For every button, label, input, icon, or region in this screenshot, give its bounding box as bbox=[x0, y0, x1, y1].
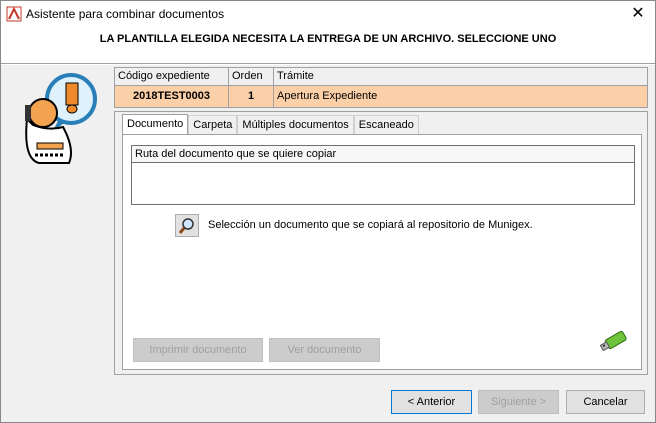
tab-carpeta[interactable]: Carpeta bbox=[188, 115, 238, 135]
next-button[interactable]: Siguiente > bbox=[478, 390, 559, 414]
header-panel: LA PLANTILLA ELEGIDA NECESITA LA ENTREGA… bbox=[1, 27, 655, 63]
select-document-hint: Selección un documento que se copiará al… bbox=[208, 219, 533, 231]
usb-drive-icon[interactable] bbox=[598, 329, 630, 353]
cell-orden: 1 bbox=[229, 86, 274, 107]
app-icon bbox=[6, 6, 22, 22]
grid-header: Código expediente Orden Trámite bbox=[115, 68, 647, 86]
view-document-button[interactable]: Ver documento bbox=[269, 338, 380, 362]
column-header-orden[interactable]: Orden bbox=[229, 68, 274, 85]
cell-codigo: 2018TEST0003 bbox=[115, 86, 229, 107]
magnifier-icon bbox=[178, 218, 194, 234]
document-path-box[interactable]: Ruta del documento que se quiere copiar bbox=[131, 145, 635, 205]
dialog-window: Asistente para combinar documentos ✕ LA … bbox=[0, 0, 656, 423]
window-title: Asistente para combinar documentos bbox=[26, 7, 225, 21]
close-button[interactable]: ✕ bbox=[621, 1, 655, 27]
instruction-text: LA PLANTILLA ELEGIDA NECESITA LA ENTREGA… bbox=[99, 33, 557, 45]
title-bar: Asistente para combinar documentos ✕ bbox=[1, 1, 655, 27]
back-button-label: < Anterior bbox=[407, 396, 456, 408]
cancel-button[interactable]: Cancelar bbox=[566, 390, 645, 414]
tab-multiples-documentos[interactable]: Múltiples documentos bbox=[237, 115, 354, 135]
document-path-value[interactable] bbox=[132, 163, 634, 169]
expediente-grid: Código expediente Orden Trámite 2018TEST… bbox=[114, 67, 648, 108]
next-button-label: Siguiente > bbox=[490, 396, 547, 408]
column-header-codigo[interactable]: Código expediente bbox=[115, 68, 229, 85]
print-document-button[interactable]: Imprimir documento bbox=[133, 338, 263, 362]
header-separator bbox=[1, 63, 655, 65]
cancel-button-label: Cancelar bbox=[583, 396, 628, 408]
cell-tramite: Apertura Expediente bbox=[277, 90, 378, 102]
tab-escaneado[interactable]: Escaneado bbox=[353, 115, 419, 135]
document-path-label: Ruta del documento que se quiere copiar bbox=[132, 146, 634, 163]
print-document-label: Imprimir documento bbox=[149, 344, 247, 356]
tab-documento[interactable]: Documento bbox=[122, 114, 189, 135]
browse-document-button[interactable] bbox=[175, 214, 199, 237]
view-document-label: Ver documento bbox=[287, 344, 362, 356]
documento-tab-page: Ruta del documento que se quiere copiar … bbox=[122, 134, 642, 370]
back-button[interactable]: < Anterior bbox=[391, 390, 472, 414]
column-header-tramite[interactable]: Trámite bbox=[274, 68, 647, 85]
wizard-assistant-icon bbox=[25, 73, 97, 164]
table-row[interactable]: 2018TEST0003 1 Apertura Expediente bbox=[115, 86, 647, 107]
tab-strip: Documento Carpeta Múltiples documentos E… bbox=[122, 114, 419, 135]
